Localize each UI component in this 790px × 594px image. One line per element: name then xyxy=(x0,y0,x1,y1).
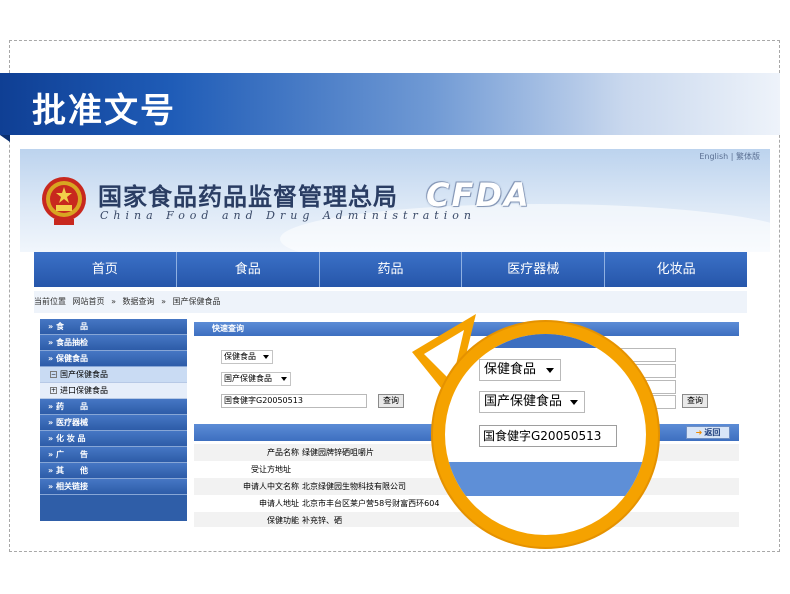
language-links[interactable]: English | 繁体版 xyxy=(699,151,760,162)
chevron-down-icon xyxy=(263,355,269,359)
magnifier-ring: 保健食品 国产保健食品 国食健字G20050513 xyxy=(433,322,658,547)
sidebar-subitem-domestic-health-food[interactable]: − 国产保健食品 xyxy=(40,367,187,383)
sidebar-subitem-imported-health-food[interactable]: + 进口保健食品 xyxy=(40,383,187,399)
site-banner: English | 繁体版 国家食品药品监督管理总局 China Food an… xyxy=(20,149,770,274)
detail-value: 绿健园牌锌硒咀嚼片 xyxy=(302,448,374,457)
magnified-subcategory-select[interactable]: 国产保健食品 xyxy=(479,391,585,413)
nav-item-drugs[interactable]: 药品 xyxy=(319,252,463,287)
magnified-subcategory-value: 国产保健食品 xyxy=(484,394,563,409)
sidebar-item-food-inspection[interactable]: 食品抽检 xyxy=(40,335,187,351)
back-button-label: 返回 xyxy=(704,428,721,437)
cfda-logo: CFDA xyxy=(426,176,531,214)
subcategory-select-value: 国产保健食品 xyxy=(224,374,272,383)
sidebar-item-cosmetics[interactable]: 化 妆 品 xyxy=(40,431,187,447)
back-button[interactable]: ➜ 返回 xyxy=(686,426,730,439)
breadcrumb-item-home[interactable]: 网站首页 xyxy=(73,297,105,306)
chevron-down-icon xyxy=(570,400,578,405)
category-select[interactable]: 保健食品 xyxy=(221,350,273,364)
magnifier-result-band xyxy=(445,462,646,496)
breadcrumb-item-current: 国产保健食品 xyxy=(172,297,221,306)
chevron-down-icon xyxy=(546,368,554,373)
breadcrumb-prefix: 当前位置 xyxy=(34,297,66,306)
category-select-value: 保健食品 xyxy=(224,352,256,361)
nav-item-cosmetics[interactable]: 化妆品 xyxy=(605,252,747,287)
sidebar-item-health-food[interactable]: 保健食品 xyxy=(40,351,187,367)
slide-title: 批准文号 xyxy=(32,91,176,131)
search-button[interactable]: 查询 xyxy=(378,394,404,408)
magnified-category-select[interactable]: 保健食品 xyxy=(479,359,561,381)
detail-value: 补充锌、硒 xyxy=(302,516,342,525)
sidebar: 食 品 食品抽检 保健食品 −国产保健食品 +进口保健食品 药 品 医疗器械 化… xyxy=(40,319,187,521)
breadcrumb: 当前位置 网站首页 » 数据查询 » 国产保健食品 xyxy=(34,291,747,313)
detail-key: 申请人地址 xyxy=(259,499,299,508)
breadcrumb-separator: » xyxy=(161,297,166,306)
agency-name-cn: 国家食品药品监督管理总局 xyxy=(98,182,398,211)
expand-icon: + xyxy=(50,387,57,394)
title-corner xyxy=(0,135,10,142)
slide: 批准文号 English | 繁体版 国家食品药品监督管理总局 China Fo… xyxy=(0,0,790,594)
search-button-right[interactable]: 查询 xyxy=(682,394,708,408)
detail-value: 北京绿健园生物科技有限公司 xyxy=(302,482,406,491)
sidebar-subitem-label: 进口保健食品 xyxy=(60,386,108,395)
sidebar-item-other[interactable]: 其 他 xyxy=(40,463,187,479)
subcategory-select[interactable]: 国产保健食品 xyxy=(221,372,291,386)
detail-key: 产品名称 xyxy=(267,448,299,457)
chevron-down-icon xyxy=(281,377,287,381)
breadcrumb-item-data[interactable]: 数据查询 xyxy=(123,297,155,306)
nav-item-food[interactable]: 食品 xyxy=(176,252,320,287)
query-input[interactable]: 国食健字G20050513 xyxy=(221,394,367,408)
detail-key: 保健功能 xyxy=(267,516,299,525)
sidebar-item-drugs[interactable]: 药 品 xyxy=(40,399,187,415)
sidebar-item-ads[interactable]: 广 告 xyxy=(40,447,187,463)
detail-value: 北京市丰台区莱户营58号财富西环604 xyxy=(302,499,440,508)
magnified-query-input[interactable]: 国食健字G20050513 xyxy=(479,425,617,447)
sidebar-spacer xyxy=(40,495,187,517)
sidebar-subitem-label: 国产保健食品 xyxy=(60,370,108,379)
national-emblem-icon xyxy=(42,177,86,225)
detail-key: 申请人中文名称 xyxy=(243,482,299,491)
main-nav: 首页 食品 药品 医疗器械 化妆品 xyxy=(34,252,747,287)
sidebar-item-devices[interactable]: 医疗器械 xyxy=(40,415,187,431)
website-screenshot: English | 繁体版 国家食品药品监督管理总局 China Food an… xyxy=(20,149,770,527)
collapse-icon: − xyxy=(50,371,57,378)
nav-item-devices[interactable]: 医疗器械 xyxy=(462,252,606,287)
magnifier-content: 保健食品 国产保健食品 国食健字G20050513 xyxy=(445,334,646,535)
magnifier-header-strip xyxy=(445,334,646,348)
sidebar-item-related-links[interactable]: 相关链接 xyxy=(40,479,187,495)
breadcrumb-separator: » xyxy=(111,297,116,306)
arrow-right-icon: ➜ xyxy=(695,428,703,437)
sidebar-item-food[interactable]: 食 品 xyxy=(40,319,187,335)
nav-item-home[interactable]: 首页 xyxy=(34,252,177,287)
magnified-category-value: 保健食品 xyxy=(484,362,537,377)
detail-key: 受让方地址 xyxy=(251,465,291,474)
agency-name-en: China Food and Drug Administration xyxy=(100,209,476,222)
